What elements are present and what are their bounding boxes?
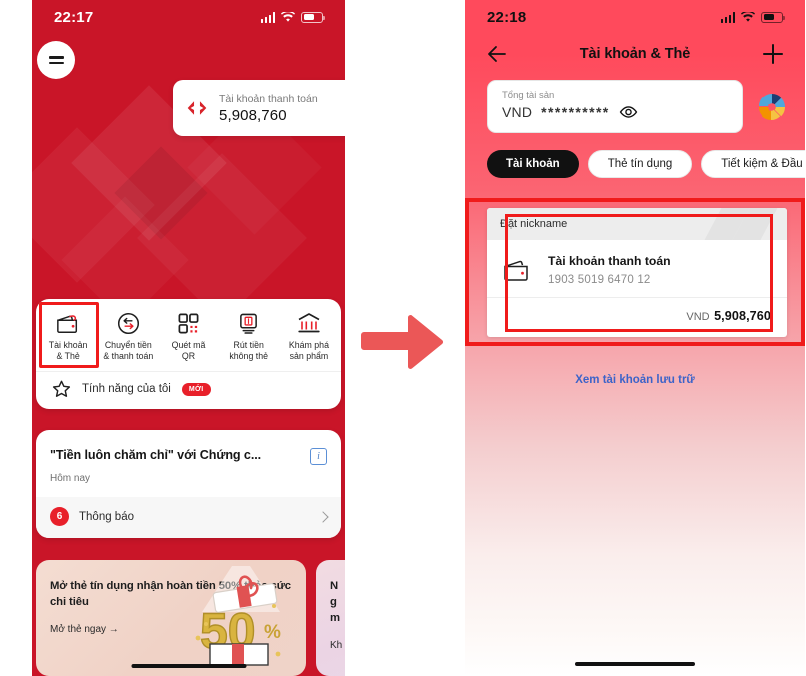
my-features-row[interactable]: Tính năng của tôi MỚI xyxy=(36,371,341,409)
account-type-tabs: Tài khoản Thẻ tín dụng Tiết kiệm & Đầu t xyxy=(487,150,805,178)
cardless-atm-icon xyxy=(238,311,259,335)
set-nickname-strip[interactable]: Đặt nickname xyxy=(487,208,787,240)
status-time: 22:18 xyxy=(487,8,527,26)
currency-code: VND xyxy=(686,311,710,323)
account-name: Tài khoản thanh toán xyxy=(548,254,671,268)
battery-icon xyxy=(301,11,325,23)
sidebar-item-label: Rút tiền không thẻ xyxy=(229,340,269,361)
back-arrow-icon[interactable] xyxy=(487,44,507,64)
techcombank-logo-icon xyxy=(187,101,207,115)
promo-card-secondary[interactable]: N g m Kh xyxy=(316,560,345,676)
wifi-icon xyxy=(281,11,295,22)
eye-icon[interactable] xyxy=(619,106,638,118)
total-assets-label: Tổng tài sản xyxy=(502,90,555,101)
hamburger-bar-top xyxy=(48,55,64,59)
sidebar-item-accounts-cards[interactable]: Tài khoản & Thẻ xyxy=(38,302,100,368)
news-text-group: "Tiền luôn chăm chỉ" với Chứng c... Hôm … xyxy=(50,447,310,484)
view-archived-accounts-link[interactable]: Xem tài khoản lưu trữ xyxy=(465,374,805,386)
home-hero-background xyxy=(32,0,345,320)
sidebar-item-transfer-payment[interactable]: Chuyển tiền & thanh toán xyxy=(98,305,158,364)
sidebar-item-qr-scan[interactable]: Quét mã QR xyxy=(158,305,218,364)
my-features-label: Tính năng của tôi xyxy=(82,383,171,395)
qr-scan-icon xyxy=(177,311,200,335)
account-number: 1903 5019 6470 12 xyxy=(548,274,651,286)
transfer-money-icon xyxy=(117,311,140,335)
wifi-icon xyxy=(741,11,755,22)
balance-pill-card[interactable]: Tài khoản thanh toán 5,908,760 xyxy=(173,80,345,136)
status-bar: 22:17 xyxy=(32,0,345,34)
status-badge: MỚI xyxy=(181,382,211,396)
promo-carousel: Mở thẻ tín dụng nhận hoàn tiền 50% thỏa … xyxy=(36,560,345,676)
cellular-signal-icon xyxy=(260,11,275,23)
news-notification-card: "Tiền luôn chăm chỉ" với Chứng c... Hôm … xyxy=(36,430,341,538)
sidebar-item-label: Quét mã QR xyxy=(171,340,206,361)
quick-nav-row: Tài khoản& Thẻ Chuyển tiền& thanh toán xyxy=(36,299,341,371)
masked-amount: ********** xyxy=(541,104,610,120)
account-card[interactable]: Đặt nickname Tài khoản thanh toán 1903 5… xyxy=(487,208,787,337)
balance-amount: 5,908,760 xyxy=(219,106,287,124)
news-header[interactable]: "Tiền luôn chăm chỉ" với Chứng c... Hôm … xyxy=(36,430,341,497)
page-title: Tài khoản & Thẻ xyxy=(579,46,691,62)
sidebar-item-label: Tài khoản & Thẻ xyxy=(48,340,88,361)
star-icon xyxy=(52,380,71,397)
cellular-signal-icon xyxy=(720,11,735,23)
account-card-highlight-wrap: Đặt nickname Tài khoản thanh toán 1903 5… xyxy=(465,198,805,346)
currency-code: VND xyxy=(502,104,533,120)
hamburger-menu-button[interactable] xyxy=(37,41,75,79)
quick-nav-card: Tài khoản& Thẻ Chuyển tiền& thanh toán xyxy=(36,299,341,409)
chevron-right-icon xyxy=(317,510,329,523)
flow-arrow-icon xyxy=(361,315,444,369)
account-balance-footer: VND 5,908,760 xyxy=(487,297,787,325)
account-body: Tài khoản thanh toán 1903 5019 6470 12 xyxy=(487,240,787,297)
balance-label: Tài khoản thanh toán xyxy=(219,92,318,105)
gift-50-percent-icon: 50 % xyxy=(195,566,281,666)
bank-explore-icon xyxy=(297,311,321,335)
info-icon[interactable]: i xyxy=(310,448,327,465)
plus-icon[interactable] xyxy=(763,44,783,64)
account-text-group: Tài khoản thanh toán 1903 5019 6470 12 xyxy=(548,253,671,286)
promo-heading: N g m xyxy=(330,580,340,624)
battery-icon xyxy=(761,11,785,23)
app-bar: Tài khoản & Thẻ xyxy=(465,34,805,74)
tab-credit-cards[interactable]: Thẻ tín dụng xyxy=(587,150,693,178)
notification-label: Thông báo xyxy=(79,510,134,523)
wallet-card-icon xyxy=(56,311,80,335)
sidebar-item-explore-products[interactable]: Khám phá sản phẩm xyxy=(279,305,339,364)
tab-accounts[interactable]: Tài khoản xyxy=(487,150,579,178)
tab-savings-investment[interactable]: Tiết kiệm & Đầu t xyxy=(701,150,805,178)
sidebar-item-label: Chuyển tiền & thanh toán xyxy=(103,340,154,361)
notification-count-badge: 6 xyxy=(50,507,69,526)
home-indicator xyxy=(575,661,695,666)
phone-screen-accounts: 22:18 Tài khoản & Thẻ Tổng tài sản VND *… xyxy=(465,0,805,676)
screenshot-stage: 22:17 Tài khoản thanh toán 5,908,760 Tài… xyxy=(0,0,806,676)
circular-brand-logo-icon xyxy=(759,93,785,120)
sidebar-item-label: Khám phá sản phẩm xyxy=(288,340,329,361)
phone-screen-home: 22:17 Tài khoản thanh toán 5,908,760 Tài… xyxy=(32,0,345,676)
news-title: "Tiền luôn chăm chỉ" với Chứng c... xyxy=(50,448,262,462)
set-nickname-label: Đặt nickname xyxy=(500,218,568,230)
notification-row[interactable]: 6 Thông báo xyxy=(36,497,341,538)
news-subtitle: Hôm nay xyxy=(50,473,91,484)
total-assets-row: Tổng tài sản VND ********** xyxy=(487,80,789,133)
total-assets-value: VND ********** xyxy=(502,104,728,120)
promo-cta[interactable]: Kh xyxy=(330,640,345,651)
svg-text:%: % xyxy=(264,622,281,643)
account-balance: 5,908,760 xyxy=(714,309,771,323)
promo-card-credit-cashback[interactable]: Mở thẻ tín dụng nhận hoàn tiền 50% thỏa … xyxy=(36,560,306,676)
hamburger-bar-bottom xyxy=(48,61,64,65)
wallet-card-icon xyxy=(504,260,528,281)
balance-text-group: Tài khoản thanh toán 5,908,760 xyxy=(219,92,318,125)
status-bar: 22:18 xyxy=(465,0,805,34)
sidebar-item-cardless-withdraw[interactable]: Rút tiền không thẻ xyxy=(219,305,279,364)
home-indicator xyxy=(131,663,246,668)
diamond-watermark-pattern xyxy=(32,0,345,320)
status-indicators xyxy=(260,11,325,23)
total-assets-box[interactable]: Tổng tài sản VND ********** xyxy=(487,80,743,133)
status-indicators xyxy=(720,11,785,23)
status-time: 22:17 xyxy=(54,8,94,26)
